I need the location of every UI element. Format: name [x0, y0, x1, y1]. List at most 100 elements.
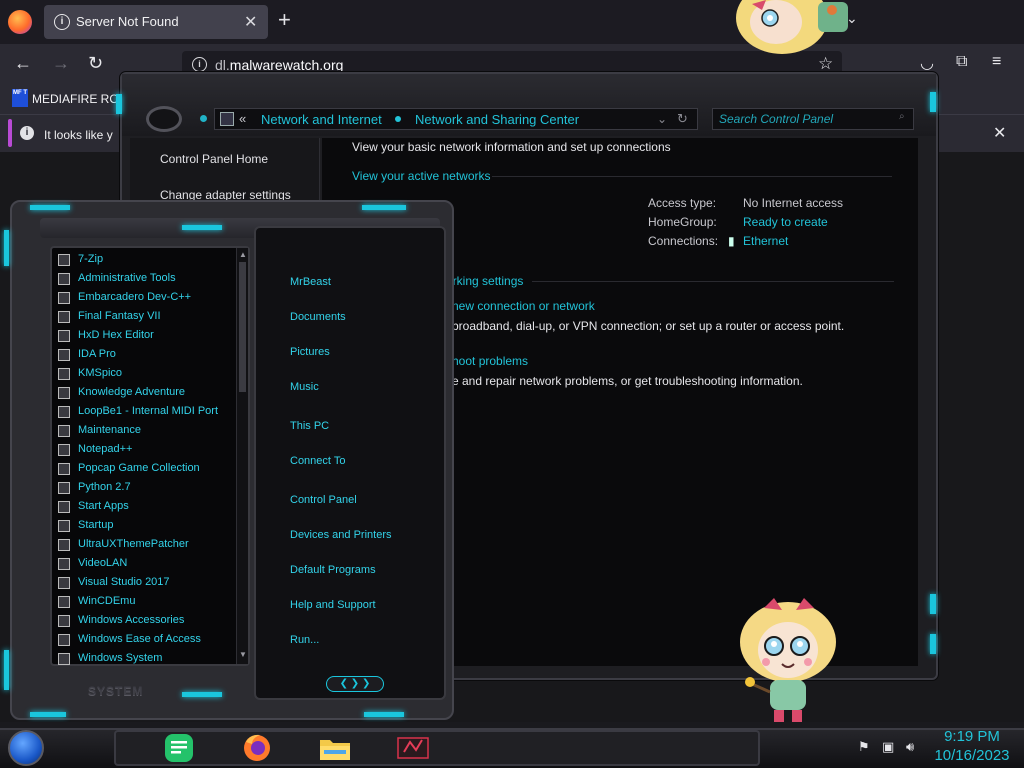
program-item[interactable]: 7-Zip: [58, 252, 242, 270]
place-item[interactable]: Music: [290, 381, 319, 393]
homegroup-label: HomeGroup:: [648, 215, 717, 229]
place-item[interactable]: Run...: [290, 634, 319, 646]
program-label: IDA Pro: [78, 348, 116, 360]
scrollbar-thumb[interactable]: [239, 262, 246, 392]
place-item[interactable]: Devices and Printers: [290, 529, 392, 541]
media-app-icon[interactable]: [394, 732, 432, 764]
sidebar-control-panel-home[interactable]: Control Panel Home: [160, 152, 268, 166]
pocket-icon[interactable]: ◡: [920, 53, 934, 73]
program-item[interactable]: Final Fantasy VII: [58, 309, 242, 327]
breadcrumb-network-and-internet[interactable]: Network and Internet: [261, 112, 382, 127]
place-item[interactable]: This PC: [290, 420, 329, 432]
program-item[interactable]: HxD Hex Editor: [58, 328, 242, 346]
back-forward-orb-icon[interactable]: [146, 106, 182, 132]
arrow-left-icon[interactable]: ←: [14, 52, 32, 74]
program-label: Startup: [78, 519, 114, 531]
program-label: KMSpico: [78, 367, 123, 379]
address-bar[interactable]: « Network and Internet Network and Shari…: [214, 108, 698, 130]
program-folder-icon: [58, 292, 70, 304]
program-folder-icon: [58, 634, 70, 646]
program-item[interactable]: Notepad++: [58, 442, 242, 460]
scroll-up-icon[interactable]: ▲: [239, 250, 247, 259]
taskbar-clock[interactable]: 9:19 PM 10/16/2023: [930, 727, 1014, 765]
ethernet-link[interactable]: Ethernet: [743, 234, 788, 248]
place-item[interactable]: Default Programs: [290, 564, 376, 576]
place-item[interactable]: Control Panel: [290, 494, 357, 506]
program-item[interactable]: VideoLAN: [58, 556, 242, 574]
search-input[interactable]: [713, 109, 897, 129]
browser-tab[interactable]: i Server Not Found ✕: [44, 5, 268, 39]
frame-glow: [930, 634, 936, 654]
program-item[interactable]: Popcap Game Collection: [58, 461, 242, 479]
program-item[interactable]: Administrative Tools: [58, 271, 242, 289]
program-item[interactable]: Start Apps: [58, 499, 242, 517]
program-item[interactable]: KMSpico: [58, 366, 242, 384]
close-icon[interactable]: ✕: [993, 123, 1006, 143]
program-folder-icon: [58, 577, 70, 589]
place-item[interactable]: Help and Support: [290, 599, 376, 611]
firefox-icon[interactable]: [8, 10, 32, 34]
program-item[interactable]: Startup: [58, 518, 242, 536]
program-folder-icon: [58, 387, 70, 399]
notes-app-icon[interactable]: [160, 732, 198, 764]
breadcrumb-network-sharing-center[interactable]: Network and Sharing Center: [415, 112, 579, 127]
program-item[interactable]: Knowledge Adventure: [58, 385, 242, 403]
program-item[interactable]: IDA Pro: [58, 347, 242, 365]
volume-icon[interactable]: 🔊︎: [906, 739, 922, 755]
arrow-right-icon[interactable]: →: [52, 52, 70, 74]
scroll-down-icon[interactable]: ▼: [239, 650, 247, 659]
frame-glow: [930, 92, 936, 112]
program-item[interactable]: Windows Accessories: [58, 613, 242, 631]
program-item[interactable]: Embarcadero Dev-C++: [58, 290, 242, 308]
frame-glow: [930, 594, 936, 614]
program-item[interactable]: Visual Studio 2017: [58, 575, 242, 593]
notes-icon: [165, 734, 193, 762]
place-item[interactable]: Connect To: [290, 455, 345, 467]
reload-icon[interactable]: ↻: [88, 52, 103, 74]
frame-glow: [364, 712, 404, 717]
program-item[interactable]: Python 2.7: [58, 480, 242, 498]
hamburger-icon[interactable]: ≡: [992, 53, 1001, 71]
section-title: orking settings: [446, 274, 524, 288]
program-label: Windows System: [78, 652, 163, 664]
bookmark-mediafire[interactable]: MEDIAFIRE RO: [32, 92, 119, 106]
place-item[interactable]: Pictures: [290, 346, 330, 358]
puzzle-icon[interactable]: ⧉: [956, 53, 967, 71]
file-explorer-icon[interactable]: [316, 732, 354, 764]
firefox-taskbar-icon[interactable]: [238, 732, 276, 764]
program-item[interactable]: LoopBe1 - Internal MIDI Port: [58, 404, 242, 422]
program-folder-icon: [58, 406, 70, 418]
close-tab-icon[interactable]: ✕: [244, 12, 257, 32]
active-networks-label: View your active networks: [352, 169, 491, 183]
flag-icon[interactable]: ⚑: [858, 739, 874, 755]
network-icon[interactable]: ▣: [882, 739, 898, 755]
search-box[interactable]: ⌕: [712, 108, 914, 130]
start-menu: 7-Zip Administrative Tools Embarcadero Dev…: [4, 200, 454, 720]
start-orb-icon[interactable]: [8, 730, 44, 766]
new-connection-link[interactable]: new connection or network: [452, 299, 595, 313]
troubleshoot-link[interactable]: hoot problems: [452, 354, 528, 368]
dropdown-arrow-icon[interactable]: ⌄: [657, 112, 667, 126]
clock-time: 9:19 PM: [944, 728, 1000, 745]
frame-glow: [4, 650, 9, 690]
star-icon[interactable]: ☆: [818, 54, 833, 74]
plus-icon[interactable]: +: [278, 8, 291, 32]
program-item[interactable]: WinCDEmu: [58, 594, 242, 612]
breadcrumb-root[interactable]: «: [239, 111, 246, 126]
breadcrumb-separator-icon: [395, 116, 401, 122]
info-icon: i: [20, 126, 34, 140]
navigation-arrows-icon[interactable]: ❮ ❯ ❯: [326, 676, 384, 692]
refresh-icon[interactable]: ↻: [677, 111, 688, 127]
site-info-icon[interactable]: i: [192, 57, 207, 72]
programs-scrollbar[interactable]: ▲ ▼: [236, 248, 248, 664]
place-item[interactable]: Documents: [290, 311, 346, 323]
place-item[interactable]: MrBeast: [290, 276, 331, 288]
homegroup-link[interactable]: Ready to create: [743, 215, 828, 229]
program-folder-icon: [58, 653, 70, 665]
new-connection-desc: broadband, dial-up, or VPN connection; o…: [452, 319, 845, 333]
search-icon[interactable]: ⌕: [899, 111, 909, 125]
program-item[interactable]: Windows System: [58, 651, 242, 669]
program-item[interactable]: UltraUXThemePatcher: [58, 537, 242, 555]
program-item[interactable]: Windows Ease of Access: [58, 632, 242, 650]
program-item[interactable]: Maintenance: [58, 423, 242, 441]
